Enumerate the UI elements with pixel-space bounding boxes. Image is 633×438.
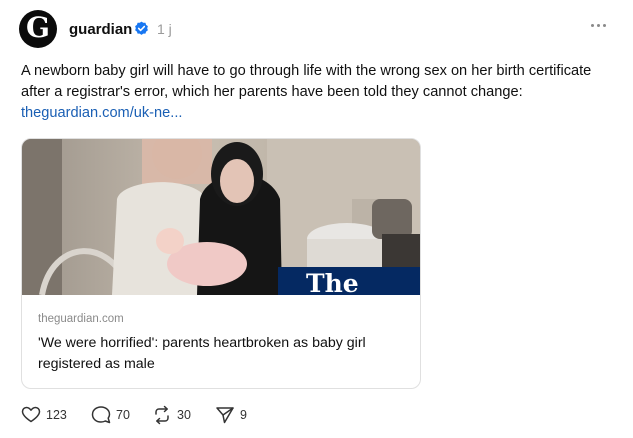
like-button[interactable]: 123 (21, 405, 67, 425)
card-image: The (22, 139, 420, 295)
repost-icon (155, 405, 169, 425)
reply-button[interactable]: 70 (91, 405, 130, 425)
repost-count: 30 (177, 408, 191, 422)
verified-badge-icon (135, 21, 148, 35)
avatar[interactable]: G (19, 10, 57, 48)
heart-icon (21, 406, 41, 423)
avatar-letter: G (26, 11, 50, 44)
share-button[interactable]: 9 (215, 405, 247, 425)
post-link[interactable]: theguardian.com/uk-ne... (21, 103, 182, 124)
like-count: 123 (46, 408, 67, 422)
card-title: 'We were horrified': parents heartbroken… (38, 335, 366, 372)
post-time: 1 j (157, 21, 172, 37)
link-preview-card[interactable]: The theguardian.com 'We were horrified':… (21, 138, 421, 389)
share-count: 9 (240, 408, 247, 422)
reply-count: 70 (116, 408, 130, 422)
card-domain: theguardian.com (38, 313, 124, 325)
repost-button[interactable]: 30 (152, 405, 191, 425)
username[interactable]: guardian (69, 21, 132, 38)
guardian-logo-text: The (306, 269, 359, 295)
comment-bubble-icon (91, 406, 111, 424)
send-icon (216, 407, 234, 424)
more-options-icon[interactable] (591, 22, 609, 28)
post-text: A newborn baby girl will have to go thro… (21, 63, 592, 100)
